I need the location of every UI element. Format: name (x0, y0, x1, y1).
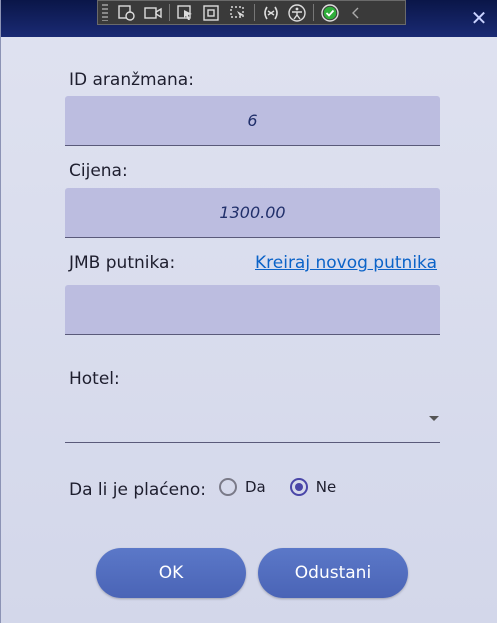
ok-button[interactable]: OK (96, 548, 246, 598)
paid-yes-radio[interactable] (219, 478, 237, 496)
paid-radio-group: Da Ne (219, 478, 336, 496)
title-bar: ✕ (1, 0, 497, 37)
chevron-down-icon[interactable] (429, 416, 439, 421)
price-label: Cijena: (69, 161, 128, 181)
id-value: 6 (247, 111, 258, 130)
jmb-label: JMB putnika: (69, 253, 176, 273)
check-icon[interactable] (317, 2, 343, 23)
id-field[interactable]: 6 (65, 96, 440, 146)
id-label: ID aranžmana: (69, 70, 194, 90)
close-icon[interactable]: ✕ (468, 7, 490, 29)
frame-icon[interactable] (199, 2, 225, 23)
select-element-icon[interactable] (114, 2, 140, 23)
dialog-window: ✕ ID aranžmana: 6 Cijena: 1300.00 JMB pu… (0, 0, 497, 623)
collapse-icon[interactable] (343, 2, 369, 23)
element-icon[interactable] (225, 2, 251, 23)
cancel-button[interactable]: Odustani (258, 548, 408, 598)
accessibility-icon[interactable] (284, 2, 310, 23)
hotel-label: Hotel: (69, 369, 120, 389)
create-passenger-link[interactable]: Kreiraj novog putnika (255, 253, 437, 273)
paid-yes-label[interactable]: Da (245, 478, 266, 496)
jmb-value (65, 285, 440, 334)
binding-icon[interactable] (258, 2, 284, 23)
paid-no-label[interactable]: Ne (316, 478, 336, 496)
paid-label: Da li je plaćeno: (69, 480, 206, 500)
pointer-icon[interactable] (173, 2, 199, 23)
toolbar-grip[interactable] (102, 4, 108, 21)
toolbar-separator (169, 4, 170, 21)
jmb-field[interactable] (65, 285, 440, 335)
debug-toolbar (97, 0, 406, 25)
hotel-combobox[interactable] (65, 396, 440, 443)
toolbar-separator (313, 4, 314, 21)
paid-no-radio[interactable] (289, 478, 308, 496)
video-icon[interactable] (140, 2, 166, 23)
price-value: 1300.00 (219, 203, 286, 222)
toolbar-separator (254, 4, 255, 21)
price-field[interactable]: 1300.00 (65, 188, 440, 238)
